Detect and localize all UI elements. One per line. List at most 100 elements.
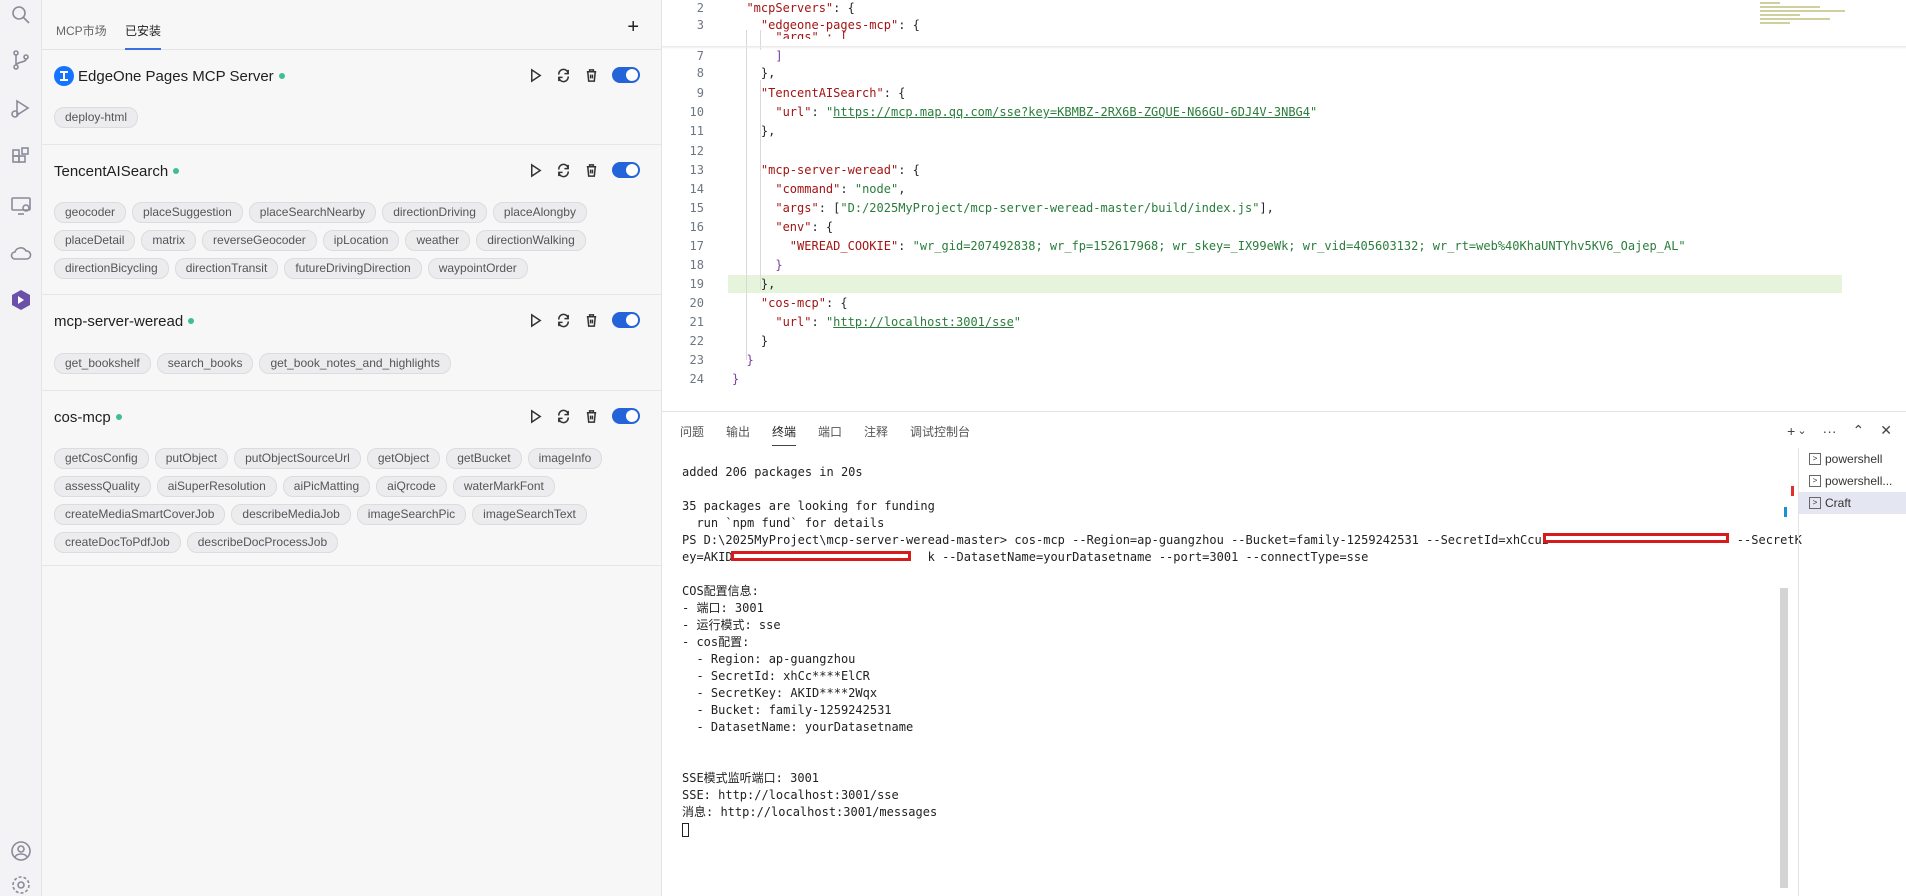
line-number: 15 <box>689 201 704 215</box>
tool-chip[interactable]: placeAlongby <box>492 202 587 223</box>
panel-tabs: 问题 输出 终端 端口 注释 调试控制台 <box>662 412 1792 448</box>
add-server-button[interactable]: + <box>627 16 639 39</box>
tool-chip[interactable]: placeSuggestion <box>132 202 243 223</box>
tab-problems[interactable]: 问题 <box>680 423 704 440</box>
scroll-marker <box>1784 507 1787 517</box>
tool-chip[interactable]: getBucket <box>446 448 522 469</box>
tool-list: getCosConfig putObject putObjectSourceUr… <box>54 448 650 560</box>
tool-chip[interactable]: describeMediaJob <box>231 504 351 525</box>
maximize-panel-icon[interactable]: ⌃ <box>1853 422 1865 439</box>
refresh-icon[interactable] <box>554 311 572 329</box>
server-toggle[interactable] <box>612 408 640 424</box>
terminal-line: - SecretId: xhCc****ElCR <box>682 669 870 683</box>
terminal-item-label: powershell... <box>1825 474 1893 488</box>
craft-icon[interactable] <box>6 285 36 315</box>
server-toggle[interactable] <box>612 162 640 178</box>
code-line: } <box>732 257 782 274</box>
tool-chip[interactable]: search_books <box>156 353 254 374</box>
tool-chip[interactable]: putObject <box>154 448 229 469</box>
code-editor[interactable]: 2 "mcpServers": { 3 "edgeone-pages-mcp":… <box>662 0 1906 411</box>
terminal-output[interactable]: added 206 packages in 20s 35 packages ar… <box>682 464 1802 838</box>
settings-icon[interactable] <box>6 870 36 896</box>
tab-installed[interactable]: 已安装 <box>125 22 162 50</box>
terminal-item[interactable]: > powershell... <box>1799 470 1906 492</box>
chevron-down-icon[interactable]: ⌄ <box>1797 424 1806 437</box>
delete-icon[interactable] <box>582 66 600 84</box>
tool-chip[interactable]: matrix <box>141 230 197 251</box>
play-icon[interactable] <box>526 161 544 179</box>
tool-chip[interactable]: aiSuperResolution <box>156 476 277 497</box>
refresh-icon[interactable] <box>554 407 572 425</box>
terminal-line: - SecretKey: AKID****2Wqx <box>682 686 878 700</box>
tool-chip[interactable]: directionWalking <box>476 230 586 251</box>
tab-output[interactable]: 输出 <box>726 423 750 440</box>
terminal-item[interactable]: > powershell <box>1799 448 1906 470</box>
tool-chip[interactable]: get_book_notes_and_highlights <box>259 353 451 374</box>
delete-icon[interactable] <box>582 407 600 425</box>
url-link[interactable]: https://mcp.map.qq.com/sse?key=KBMBZ-2RX… <box>833 105 1310 119</box>
tool-chip[interactable]: placeSearchNearby <box>248 202 377 223</box>
tool-chip[interactable]: geocoder <box>54 202 127 223</box>
json-punct: }, <box>760 66 776 80</box>
server-toggle[interactable] <box>612 312 640 328</box>
tool-chip[interactable]: describeDocProcessJob <box>186 532 339 553</box>
tool-chip[interactable]: createDocToPdfJob <box>54 532 181 553</box>
tool-chip[interactable]: aiQrcode <box>376 476 447 497</box>
tab-comments[interactable]: 注释 <box>864 423 888 440</box>
delete-icon[interactable] <box>582 311 600 329</box>
tool-chip[interactable]: assessQuality <box>54 476 151 497</box>
cloud-icon[interactable] <box>6 238 36 268</box>
code-line: } <box>732 371 739 388</box>
tab-debug-console[interactable]: 调试控制台 <box>910 423 970 440</box>
search-icon[interactable] <box>6 0 36 30</box>
terminal-item[interactable]: > Craft <box>1799 492 1906 514</box>
tab-mcp-market[interactable]: MCP市场 <box>56 22 107 39</box>
extensions-icon[interactable] <box>6 142 36 172</box>
tool-chip[interactable]: directionBicycling <box>54 258 169 279</box>
url-link[interactable]: http://localhost:3001/sse <box>833 315 1014 329</box>
json-punct: : <box>811 315 826 329</box>
close-panel-icon[interactable]: ✕ <box>1880 422 1892 439</box>
play-icon[interactable] <box>526 66 544 84</box>
tool-chip[interactable]: createMediaSmartCoverJob <box>54 504 226 525</box>
tool-chip[interactable]: imageSearchText <box>472 504 587 525</box>
line-number: 10 <box>689 105 704 119</box>
tool-chip[interactable]: aiPicMatting <box>282 476 371 497</box>
source-control-icon[interactable] <box>6 45 36 75</box>
tab-terminal[interactable]: 终端 <box>772 423 797 446</box>
tool-chip[interactable]: imageSearchPic <box>356 504 467 525</box>
code-line: }, <box>732 276 775 293</box>
tool-chip[interactable]: putObjectSourceUrl <box>234 448 361 469</box>
tab-ports[interactable]: 端口 <box>818 423 842 440</box>
status-dot <box>115 414 122 420</box>
new-terminal-icon[interactable]: + <box>1787 423 1795 439</box>
minimap[interactable] <box>1760 0 1850 40</box>
refresh-icon[interactable] <box>554 161 572 179</box>
mcp-panel: MCP市场 已安装 + EdgeOne Pages MCP Server dep… <box>42 0 662 896</box>
play-icon[interactable] <box>526 311 544 329</box>
refresh-icon[interactable] <box>554 66 572 84</box>
server-toggle[interactable] <box>612 67 640 83</box>
terminal-scrollbar[interactable] <box>1780 588 1788 888</box>
tool-chip[interactable]: waterMarkFont <box>452 476 555 497</box>
tool-chip[interactable]: weather <box>405 230 471 251</box>
remote-explorer-icon[interactable] <box>6 190 36 220</box>
delete-icon[interactable] <box>582 161 600 179</box>
tool-chip[interactable]: getCosConfig <box>54 448 149 469</box>
more-actions-icon[interactable]: ··· <box>1823 423 1837 439</box>
tool-chip[interactable]: imageInfo <box>527 448 603 469</box>
tool-chip[interactable]: get_bookshelf <box>54 353 151 374</box>
tool-chip[interactable]: placeDetail <box>54 230 136 251</box>
tool-chip[interactable]: ipLocation <box>322 230 400 251</box>
tool-chip[interactable]: directionTransit <box>174 258 279 279</box>
json-quote: " <box>1013 315 1022 329</box>
tool-chip[interactable]: futureDrivingDirection <box>284 258 422 279</box>
tool-chip[interactable]: deploy-html <box>54 107 139 128</box>
tool-chip[interactable]: waypointOrder <box>427 258 528 279</box>
run-debug-icon[interactable] <box>6 93 36 123</box>
tool-chip[interactable]: directionDriving <box>382 202 487 223</box>
tool-chip[interactable]: getObject <box>366 448 441 469</box>
tool-chip[interactable]: reverseGeocoder <box>202 230 317 251</box>
play-icon[interactable] <box>526 407 544 425</box>
account-icon[interactable] <box>6 836 36 866</box>
